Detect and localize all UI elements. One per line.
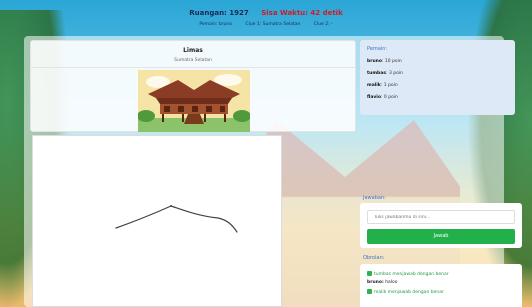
player-points: 10 poin bbox=[384, 59, 402, 64]
chat-message-system: malik menjawab dengan benar bbox=[367, 289, 444, 295]
answer-submit-button[interactable]: Jawab bbox=[367, 229, 515, 244]
player-name: tumbas bbox=[367, 71, 386, 76]
chat-message-system: tumbas menjawab dengan benar bbox=[367, 271, 449, 277]
game-header: Ruangan: 1927 Sisa Waktu: 42 detik Pemai… bbox=[0, 0, 532, 34]
player-points: 1 poin bbox=[383, 83, 398, 88]
chat-user-name: bruno: bbox=[367, 280, 384, 285]
chat-panel: tumbas menjawab dengan benar bruno: halo… bbox=[360, 264, 522, 307]
drawing-canvas[interactable] bbox=[32, 135, 282, 307]
chat-message-text: malik menjawab dengan benar bbox=[374, 290, 444, 295]
chat-heading: Obrolan: bbox=[363, 255, 385, 261]
clue-image bbox=[138, 70, 250, 132]
time-remaining: Sisa Waktu: 42 detik bbox=[261, 9, 343, 17]
answer-panel: Jawab bbox=[360, 203, 522, 248]
current-player-label: Pemain: bruno bbox=[199, 22, 232, 27]
chat-message-text: haloo bbox=[385, 280, 398, 285]
clue1-label: Clue 1: Sumatra Selatan bbox=[245, 22, 301, 27]
room-label: Ruangan: 1927 bbox=[189, 9, 249, 17]
clue-subtitle: Sumatra Selatan bbox=[174, 58, 212, 63]
chat-message-text: tumbas menjawab dengan benar bbox=[374, 272, 449, 277]
clue-title: Limas bbox=[183, 47, 203, 54]
player-points: 3 poin bbox=[388, 71, 403, 76]
check-icon bbox=[367, 289, 372, 294]
player-row: tumbas: 3 poin bbox=[367, 71, 403, 76]
player-row: malik: 1 poin bbox=[367, 83, 398, 88]
clue-divider bbox=[31, 67, 355, 68]
header-info-line: Pemain: bruno Clue 1: Sumatra Selatan Cl… bbox=[0, 22, 532, 27]
drawing-stroke bbox=[115, 205, 238, 233]
player-row: flavio: 0 poin bbox=[367, 95, 398, 100]
answer-input[interactable] bbox=[367, 210, 515, 224]
check-icon bbox=[367, 271, 372, 276]
clue-card: Limas Sumatra Selatan bbox=[30, 40, 356, 132]
player-name: malik bbox=[367, 83, 381, 88]
answer-heading: Jawaban: bbox=[363, 195, 386, 201]
player-points: 0 poin bbox=[383, 95, 398, 100]
player-name: flavio bbox=[367, 95, 381, 100]
player-name: bruno bbox=[367, 59, 382, 64]
chat-message-user: bruno: haloo bbox=[367, 280, 398, 285]
player-row: bruno: 10 poin bbox=[367, 59, 402, 64]
players-heading: Pemain: bbox=[367, 46, 388, 52]
players-panel: Pemain: bruno: 10 poin tumbas: 3 poin ma… bbox=[360, 40, 515, 115]
header-status-line: Ruangan: 1927 Sisa Waktu: 42 detik bbox=[0, 9, 532, 17]
traditional-house-illustration bbox=[138, 70, 250, 132]
clue2-label: Clue 2: - bbox=[313, 22, 333, 27]
